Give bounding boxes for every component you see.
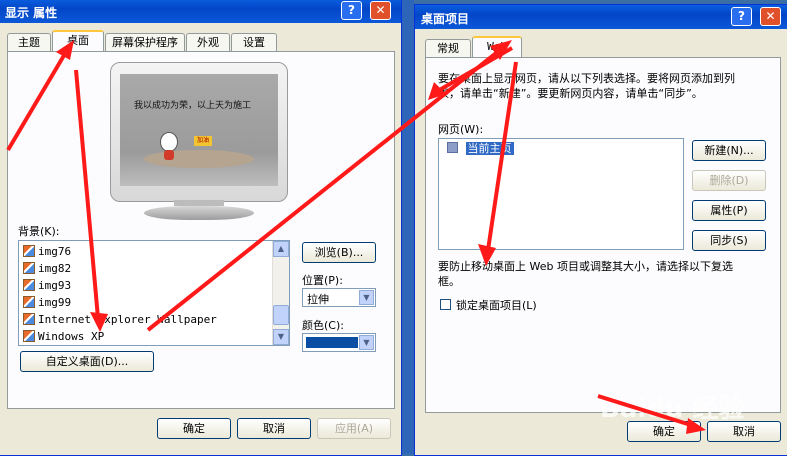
preview-sign: 加油	[194, 136, 212, 146]
delete-button: 删除(D)	[692, 170, 766, 191]
picture-file-icon	[23, 262, 35, 274]
cancel-button[interactable]: 取消	[237, 418, 311, 439]
list-item[interactable]: img99	[23, 295, 71, 311]
tab-appearance[interactable]: 外观	[186, 33, 230, 52]
browse-button[interactable]: 浏览(B)...	[302, 242, 376, 263]
list-item[interactable]: Internet Explorer Wallpaper	[23, 312, 217, 328]
lock-items-checkbox[interactable]	[440, 299, 451, 310]
scroll-down-icon[interactable]: ▼	[273, 329, 289, 345]
window-title: 显示 属性	[5, 6, 58, 20]
list-item[interactable]: Windows XP	[23, 329, 104, 345]
tab-desktop[interactable]: 桌面	[52, 30, 104, 52]
color-picker[interactable]: ▼	[302, 333, 376, 352]
lock-items-label[interactable]: 锁定桌面项目(L)	[456, 297, 537, 313]
background-list-scrollbar[interactable]: ▲ ▼	[272, 241, 289, 345]
description-line-1: 要在桌面上显示网页，请从以下列表选择。要将网页添加到列	[438, 72, 735, 85]
desktop-tab-panel: 我以成功为荣，以上天为施工 加油 背景(K): img76 img82 img9…	[7, 51, 395, 409]
baidu-watermark: Baidu 经验	[600, 394, 745, 424]
web-tab-panel: 要在桌面上显示网页，请从以下列表选择。要将网页添加到列 表，请单击“新建”。要更…	[425, 57, 781, 413]
position-label: 位置(P):	[302, 274, 343, 287]
desktop-items-titlebar[interactable]: 桌面项目 ? ✕	[415, 5, 787, 29]
lock-hint-line-1: 要防止移动桌面上 Web 项目或调整其大小，请选择以下复选	[438, 260, 733, 273]
list-item[interactable]: img93	[23, 278, 71, 294]
monitor-preview: 我以成功为荣，以上天为施工 加油	[110, 62, 288, 222]
list-item[interactable]: 当前主页	[447, 141, 514, 157]
customize-desktop-button[interactable]: 自定义桌面(D)...	[20, 351, 154, 372]
help-button[interactable]: ?	[341, 1, 362, 20]
preview-character-body-icon	[164, 150, 174, 160]
color-swatch	[306, 337, 358, 348]
background-label: 背景(K):	[18, 225, 60, 238]
close-button[interactable]: ✕	[370, 1, 391, 20]
sync-button[interactable]: 同步(S)	[692, 230, 766, 251]
preview-character-icon	[160, 132, 178, 152]
picture-file-icon	[23, 279, 35, 291]
tab-screensaver[interactable]: 屏幕保护程序	[105, 33, 185, 52]
apply-button: 应用(A)	[317, 418, 391, 439]
desktop-background-strip	[402, 0, 414, 454]
scroll-up-icon[interactable]: ▲	[273, 241, 289, 257]
scroll-thumb[interactable]	[273, 305, 289, 325]
description-line-2: 表，请单击“新建”。要更新网页内容，请单击“同步”。	[438, 87, 703, 100]
preview-floor-icon	[144, 150, 254, 168]
tab-settings[interactable]: 设置	[231, 33, 277, 52]
position-value: 拉伸	[307, 293, 329, 306]
position-select[interactable]: 拉伸 ▼	[302, 288, 376, 307]
monitor-stand	[144, 206, 254, 220]
list-item[interactable]: img76	[23, 244, 71, 260]
chevron-down-icon[interactable]: ▼	[359, 290, 374, 305]
help-button[interactable]: ?	[731, 7, 752, 26]
picture-file-icon	[23, 245, 35, 257]
webpage-checkbox[interactable]	[447, 142, 458, 153]
new-button[interactable]: 新建(N)...	[692, 140, 766, 161]
tab-general[interactable]: 常规	[425, 39, 471, 58]
picture-file-icon	[23, 330, 35, 342]
ok-button[interactable]: 确定	[157, 418, 231, 439]
display-properties-window: 显示 属性 ? ✕ 主题 桌面 屏幕保护程序 外观 设置 我以成功为荣，以上天为…	[0, 0, 402, 456]
webpage-label: 当前主页	[465, 142, 514, 155]
properties-button[interactable]: 属性(P)	[692, 200, 766, 221]
preview-caption: 我以成功为荣，以上天为施工	[134, 101, 252, 111]
background-list[interactable]: img76 img82 img93 img99 Internet Explore…	[18, 240, 290, 346]
lock-hint-line-2: 框。	[438, 275, 460, 288]
webpages-label: 网页(W):	[438, 123, 484, 136]
chevron-down-icon[interactable]: ▼	[359, 335, 374, 350]
display-properties-titlebar[interactable]: 显示 属性 ? ✕	[0, 0, 401, 23]
window-title: 桌面项目	[421, 12, 470, 26]
list-item[interactable]: img82	[23, 261, 71, 277]
close-button[interactable]: ✕	[760, 7, 781, 26]
webpages-list[interactable]: 当前主页	[438, 138, 684, 250]
tab-theme[interactable]: 主题	[7, 33, 51, 52]
picture-file-icon	[23, 313, 35, 325]
color-label: 颜色(C):	[302, 319, 344, 332]
preview-screen: 我以成功为荣，以上天为施工 加油	[120, 74, 278, 186]
tab-web[interactable]: Web	[472, 36, 522, 58]
picture-file-icon	[23, 296, 35, 308]
